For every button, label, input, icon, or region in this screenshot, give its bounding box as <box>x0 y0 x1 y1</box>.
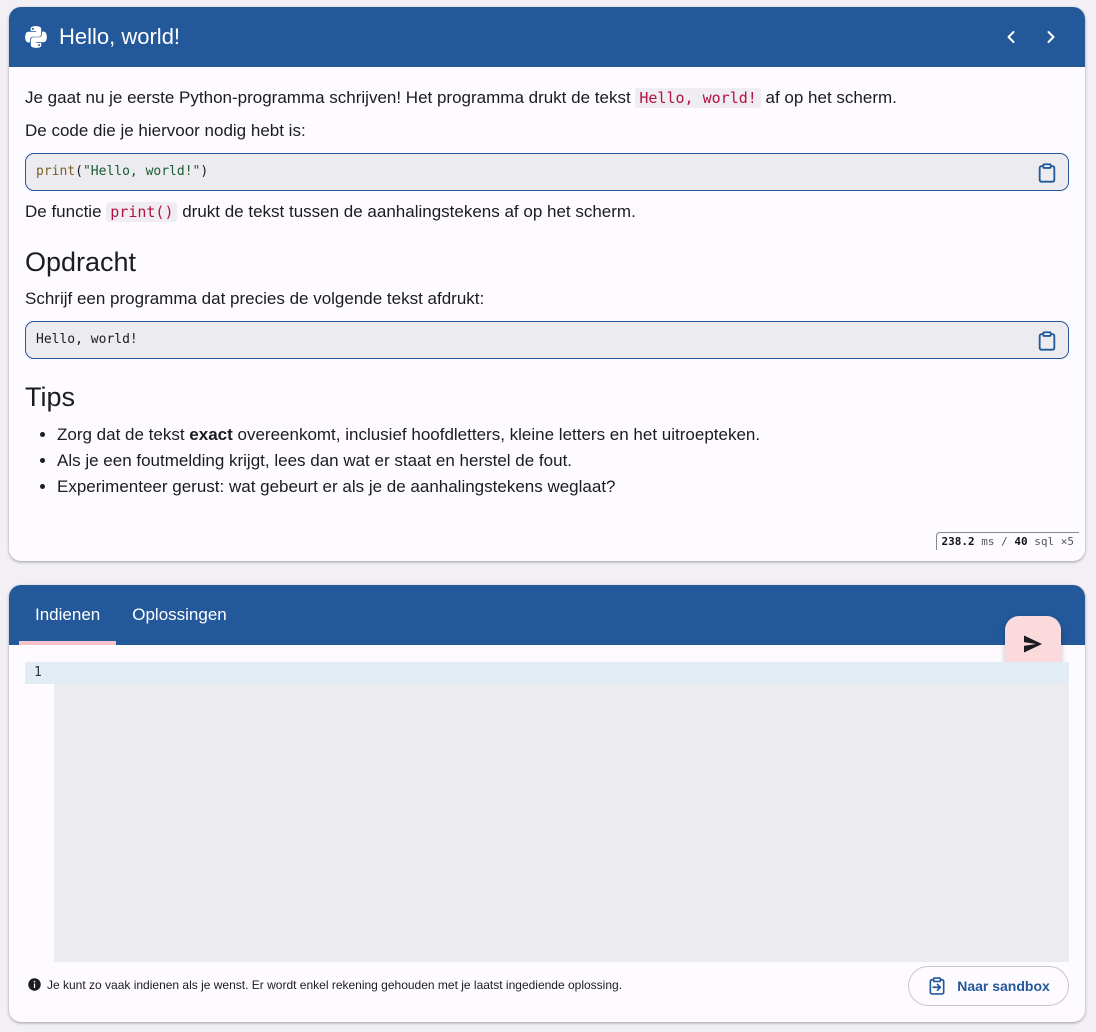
tab-indienen[interactable]: Indienen <box>19 585 117 645</box>
exercise-card: Hello, world! Je gaat nu je eerste Pytho… <box>9 7 1085 561</box>
perf-ms: 238.2 <box>941 535 975 548</box>
perf-sql: 40 <box>1014 535 1028 548</box>
expected-output: Hello, world! <box>25 321 1069 360</box>
intro-text: Je gaat nu je eerste Python-programma sc… <box>25 88 636 107</box>
tip-item: Als je een foutmelding krijgt, lees dan … <box>57 450 1069 473</box>
chevron-right-icon <box>1047 31 1055 43</box>
line-number: 1 <box>25 662 54 684</box>
explain-text-end: drukt de tekst tussen de aanhalingsteken… <box>177 201 636 221</box>
info-icon <box>28 978 41 991</box>
code-sample: print("Hello, world!") <box>25 152 1069 191</box>
submit-card: Indienen Oplossingen 1 Je kunt zo vaak i… <box>9 585 1085 1022</box>
clipboard-icon[interactable] <box>1036 161 1058 185</box>
code-string: "Hello, world!" <box>82 164 201 180</box>
perf-multiplier: ×5 <box>1060 535 1074 548</box>
exercise-header: Hello, world! <box>9 7 1085 67</box>
line-gutter: 1 <box>25 662 54 962</box>
assignment-text: Schrijf een programma dat precies de vol… <box>25 289 485 309</box>
tip-item: Zorg dat de tekst exact overeenkomt, inc… <box>57 424 1069 447</box>
inline-code-print: print() <box>106 201 178 222</box>
exercise-title: Hello, world! <box>59 24 181 49</box>
clipboard-arrow-icon <box>929 977 945 995</box>
tip-text-end: overeenkomt, inclusief hoofdletters, kle… <box>232 424 761 444</box>
intro-text-end: af op het scherm. <box>760 88 897 107</box>
submit-tabs: Indienen Oplossingen <box>9 585 1085 645</box>
info-text: Je kunt zo vaak indienen als je wenst. E… <box>47 977 623 992</box>
tip-text: Zorg dat de tekst <box>57 424 190 444</box>
sandbox-button[interactable]: Naar sandbox <box>908 966 1069 1006</box>
code-editor: 1 <box>25 662 1069 962</box>
chevron-left-icon <box>1007 31 1015 43</box>
code-line: print("Hello, world!") <box>36 163 208 181</box>
code-paren-open: ( <box>75 164 83 180</box>
perf-sql-unit: sql <box>1034 535 1055 548</box>
next-button[interactable] <box>1031 17 1071 57</box>
previous-button[interactable] <box>991 17 1031 57</box>
assignment-heading: Opdracht <box>25 246 137 277</box>
perf-sep: / <box>1001 535 1008 548</box>
tip-bold: exact <box>189 424 233 444</box>
exercise-description: Je gaat nu je eerste Python-programma sc… <box>9 67 1085 498</box>
tips-list: Zorg dat de tekst exact overeenkomt, inc… <box>25 424 1069 499</box>
performance-badge: 238.2 ms / 40 sql ×5 <box>935 532 1079 550</box>
code-paren-close: ) <box>200 164 209 180</box>
code-input[interactable] <box>54 662 1069 962</box>
code-function: print <box>36 164 76 180</box>
clipboard-icon[interactable] <box>1036 329 1058 353</box>
intro-paragraph: Je gaat nu je eerste Python-programma sc… <box>25 87 1069 110</box>
send-icon <box>1024 635 1042 653</box>
tip-item: Experimenteer gerust: wat gebeurt er als… <box>57 476 1069 499</box>
active-line <box>54 662 1069 684</box>
explain-paragraph: De functie print() drukt de tekst tussen… <box>25 201 1069 224</box>
expected-output-text: Hello, world! <box>36 332 138 348</box>
sandbox-label: Naar sandbox <box>957 978 1050 994</box>
tips-heading: Tips <box>25 382 76 413</box>
inline-code: Hello, world! <box>635 88 761 108</box>
submit-info: Je kunt zo vaak indienen als je wenst. E… <box>27 977 622 992</box>
python-icon <box>25 26 47 48</box>
code-intro: De code die je hiervoor nodig hebt is: <box>25 120 306 140</box>
perf-ms-unit: ms <box>981 535 995 548</box>
tab-oplossingen[interactable]: Oplossingen <box>116 585 243 645</box>
explain-text: De functie <box>25 201 107 221</box>
